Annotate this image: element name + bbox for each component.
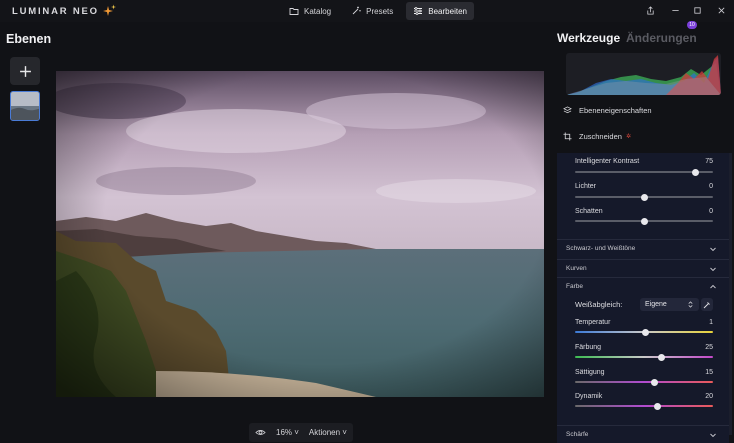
tab-label: Katalog xyxy=(304,6,332,16)
tab-changes[interactable]: Änderungen xyxy=(626,31,697,45)
white-balance-value: Eigene xyxy=(645,301,667,308)
vibrance-value: 20 xyxy=(705,393,713,400)
section-black-white[interactable]: Schwarz- und Weißtöne xyxy=(557,239,729,257)
plus-icon xyxy=(19,65,31,77)
chevron-up-icon xyxy=(710,284,716,288)
logo-text: LUMINAR NEO xyxy=(12,5,99,17)
slider-knob[interactable] xyxy=(657,353,665,361)
canvas-bottom-bar: 16% ˅ Aktionen ˅ xyxy=(249,423,353,442)
slider-knob[interactable] xyxy=(650,378,658,386)
sparkle-icon xyxy=(102,4,116,16)
tab-tools[interactable]: Werkzeuge xyxy=(557,31,620,45)
add-layer-button[interactable] xyxy=(10,57,40,85)
saturation-label: Sättigung xyxy=(575,369,605,376)
close-button[interactable] xyxy=(714,3,729,18)
layer-thumbnail[interactable] xyxy=(10,91,40,121)
crop-label: Zuschneiden xyxy=(579,131,622,141)
photo-canvas[interactable] xyxy=(56,71,544,397)
ai-badge-icon: ✲ xyxy=(625,133,631,140)
minimize-icon xyxy=(672,10,679,11)
shadows-value: 0 xyxy=(709,208,713,215)
actions-dropdown[interactable]: Aktionen ˅ xyxy=(309,428,347,437)
slider-knob[interactable] xyxy=(640,193,648,201)
main-nav: Katalog Presets Bearbeiten xyxy=(282,2,474,20)
slider-knob[interactable] xyxy=(641,328,649,336)
vibrance-label: Dynamik xyxy=(575,393,603,400)
updown-icon xyxy=(688,301,693,308)
slider-knob[interactable] xyxy=(640,217,648,225)
tab-presets[interactable]: Presets xyxy=(344,2,400,20)
zoom-dropdown[interactable]: 16% ˅ xyxy=(276,428,299,437)
temperature-label: Temperatur xyxy=(575,319,611,326)
shadows-slider[interactable] xyxy=(575,217,713,225)
close-icon xyxy=(718,7,725,14)
app-logo: LUMINAR NEO xyxy=(12,4,117,18)
tab-label: Presets xyxy=(366,6,394,16)
section-curves[interactable]: Kurven xyxy=(557,259,729,277)
maximize-button[interactable] xyxy=(690,3,705,18)
histogram xyxy=(566,53,721,95)
changes-badge: 10 xyxy=(687,21,697,29)
tint-slider[interactable] xyxy=(575,353,713,361)
saturation-slider[interactable] xyxy=(575,378,713,386)
actions-label: Aktionen xyxy=(308,428,341,437)
crop-row[interactable]: Zuschneiden ✲ xyxy=(563,129,631,143)
chevron-down-icon xyxy=(710,433,716,437)
smart-contrast-slider[interactable] xyxy=(575,168,713,176)
smart-contrast-label: Intelligenter Kontrast xyxy=(575,158,640,165)
layer-thumbnail-image xyxy=(11,92,39,120)
crop-icon xyxy=(563,131,572,141)
tint-value: 25 xyxy=(705,344,713,351)
eyedropper-button[interactable] xyxy=(701,298,713,311)
section-label: Schärfe xyxy=(566,431,589,438)
sliders-icon xyxy=(414,7,423,15)
magic-wand-icon xyxy=(352,6,361,15)
slider-knob[interactable] xyxy=(691,168,699,176)
layer-properties-label: Ebeneneigenschaften xyxy=(579,105,652,115)
tab-bearbeiten[interactable]: Bearbeiten xyxy=(406,2,474,20)
layers-icon xyxy=(563,105,572,113)
layers-title: Ebenen xyxy=(6,32,52,46)
eye-icon[interactable] xyxy=(255,427,266,438)
saturation-value: 15 xyxy=(705,369,713,376)
temperature-slider[interactable] xyxy=(575,328,713,336)
tool-panel-scrollbar[interactable] xyxy=(729,153,732,435)
section-color[interactable]: Farbe xyxy=(557,277,729,295)
vibrance-slider[interactable] xyxy=(575,402,713,410)
top-bar: LUMINAR NEO Katalog Presets Bearbeiten xyxy=(0,0,734,22)
section-label: Schwarz- und Weißtöne xyxy=(566,245,636,252)
section-sharpness[interactable]: Schärfe xyxy=(557,425,729,443)
histogram-graph xyxy=(566,55,721,95)
minimize-button[interactable] xyxy=(668,3,683,18)
tab-label: Bearbeiten xyxy=(428,6,467,16)
tab-katalog[interactable]: Katalog xyxy=(282,2,338,20)
eyedropper-icon xyxy=(703,301,710,308)
highlights-slider[interactable] xyxy=(575,193,713,201)
slider-knob[interactable] xyxy=(654,402,662,410)
folder-icon xyxy=(289,8,299,15)
highlights-value: 0 xyxy=(709,183,713,190)
chevron-down-icon xyxy=(710,267,716,271)
zoom-value: 16% xyxy=(276,428,293,437)
layer-properties-row[interactable]: Ebeneneigenschaften xyxy=(563,103,652,117)
smart-contrast-value: 75 xyxy=(705,158,713,165)
maximize-icon xyxy=(694,7,701,14)
section-label: Kurven xyxy=(566,265,587,272)
share-button[interactable] xyxy=(643,3,658,18)
white-balance-label: Weißabgleich: xyxy=(575,300,623,309)
white-balance-select[interactable]: Eigene xyxy=(640,298,699,311)
landscape-photo xyxy=(56,71,544,397)
temperature-value: 1 xyxy=(709,319,713,326)
tint-label: Färbung xyxy=(575,344,602,351)
section-label: Farbe xyxy=(566,283,583,290)
chevron-down-icon xyxy=(710,247,716,251)
shadows-label: Schatten xyxy=(575,208,603,215)
highlights-label: Lichter xyxy=(575,183,597,190)
share-icon xyxy=(647,6,654,15)
